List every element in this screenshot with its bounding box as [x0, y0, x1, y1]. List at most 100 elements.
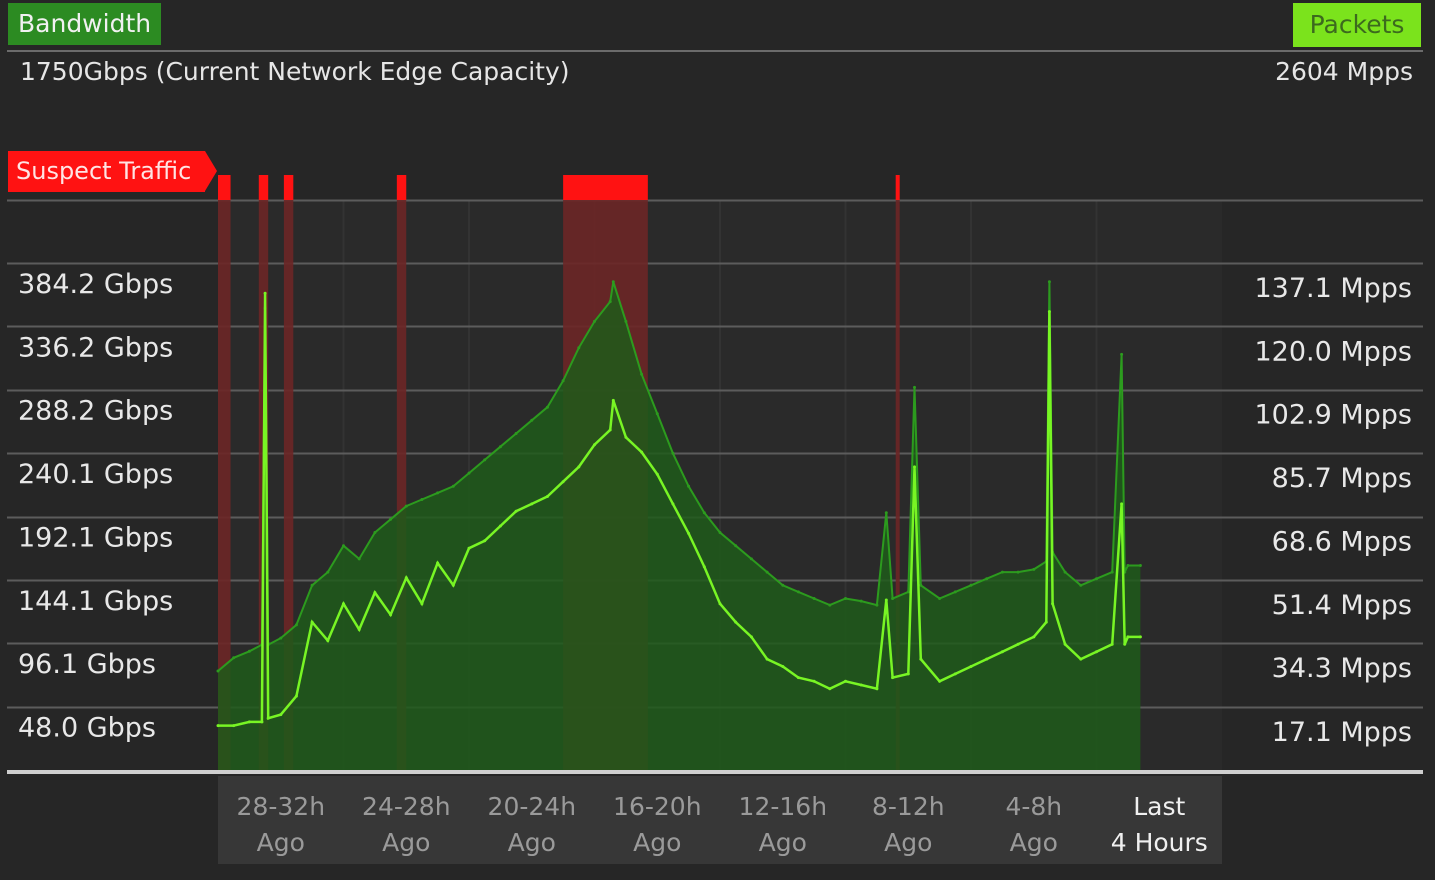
bandwidth-point — [357, 557, 361, 561]
packets-point — [1047, 310, 1051, 314]
right-axis-tick-label: 102.9 Mpps — [1254, 400, 1412, 431]
packets-point — [483, 539, 487, 543]
left-axis-tick-label: 144.1 Gbps — [18, 586, 173, 617]
bandwidth-point — [891, 597, 895, 600]
right-axis-ticks: 137.1 Mpps 120.0 Mpps 102.9 Mpps 85.7 Mpps 6… — [1254, 273, 1412, 748]
packets-point — [1123, 642, 1127, 646]
right-axis-tick-label: 68.6 Mpps — [1272, 526, 1412, 557]
left-axis-tick-label: 288.2 Gbps — [18, 396, 173, 427]
packets-point — [884, 598, 888, 602]
bandwidth-point — [906, 590, 910, 594]
packets-point — [1110, 642, 1114, 646]
packets-point — [1063, 642, 1067, 646]
packets-point — [1044, 620, 1048, 624]
packets-point — [514, 509, 518, 513]
right-axis-tick-label: 17.1 Mpps — [1272, 717, 1412, 748]
bandwidth-point — [593, 319, 596, 323]
bandwidth-point — [749, 557, 753, 561]
bandwidth-point — [1063, 570, 1067, 574]
x-axis-tick-label: Last — [1133, 792, 1185, 821]
packets-point — [263, 291, 267, 295]
bandwidth-point — [859, 599, 863, 603]
bandwidth-point — [781, 583, 785, 587]
packets-point — [655, 472, 659, 476]
x-axis-tick-label: 4-8h — [1005, 792, 1062, 821]
packets-point — [1120, 502, 1124, 506]
packets-point — [561, 480, 565, 484]
bandwidth-point — [545, 405, 549, 409]
packets-point — [279, 713, 283, 717]
packets-point — [1051, 602, 1055, 606]
packets-point — [1095, 650, 1098, 654]
bandwidth-point — [451, 484, 455, 488]
x-axis-tick-sublabel: Ago — [1010, 828, 1058, 857]
x-axis-tick-sublabel: Ago — [508, 828, 556, 857]
packets-point — [389, 613, 393, 617]
suspect-marker — [895, 175, 900, 200]
bandwidth-point — [702, 511, 706, 515]
bandwidth-point — [1079, 583, 1083, 587]
packets-point — [891, 676, 895, 680]
x-axis-tick-sublabel: Ago — [759, 828, 807, 857]
bandwidth-point — [875, 603, 879, 607]
bandwidth-point — [326, 570, 330, 574]
bandwidth-point — [953, 590, 957, 594]
bandwidth-point — [247, 649, 251, 653]
packets-point — [969, 665, 973, 668]
bandwidth-point — [828, 603, 832, 607]
bandwidth-point — [884, 511, 888, 515]
packets-point — [260, 720, 264, 724]
packets-point — [702, 565, 706, 569]
packets-point — [611, 398, 615, 402]
x-axis-tick-label: 24-28h — [362, 792, 451, 821]
bandwidth-point — [1000, 570, 1004, 574]
bandwidth-point — [1138, 564, 1142, 567]
bandwidth-point — [1032, 567, 1036, 571]
bandwidth-point — [655, 412, 659, 416]
packets-point — [913, 465, 916, 469]
bandwidth-point — [1095, 577, 1098, 581]
packets-point — [593, 443, 596, 447]
bandwidth-point — [577, 346, 581, 350]
packets-point — [844, 679, 847, 683]
packets-point — [734, 620, 738, 624]
packets-point — [812, 679, 816, 683]
packets-point — [266, 716, 270, 720]
packets-point — [373, 591, 377, 595]
packets-point — [608, 428, 612, 432]
left-axis-tick-label: 336.2 Gbps — [18, 332, 173, 363]
packets-point — [294, 694, 298, 698]
bandwidth-point — [232, 656, 236, 660]
bandwidth-point — [938, 597, 942, 600]
packets-point — [467, 546, 471, 550]
bandwidth-point — [1047, 280, 1051, 284]
packets-point — [671, 502, 675, 506]
right-axis-tick-label: 51.4 Mpps — [1272, 590, 1412, 621]
packets-point — [985, 657, 989, 661]
packets-point — [938, 679, 942, 683]
packets-point — [640, 450, 644, 454]
bandwidth-point — [1016, 570, 1020, 574]
traffic-chart: 384.2 Gbps 336.2 Gbps 288.2 Gbps 240.1 Gbps… — [7, 175, 1423, 864]
x-axis-tick-label: 16-20h — [613, 792, 702, 821]
packets-point — [216, 724, 220, 728]
packets-point — [859, 683, 863, 687]
x-axis-tick-label: 20-24h — [488, 792, 577, 821]
left-axis-ticks: 384.2 Gbps 336.2 Gbps 288.2 Gbps 240.1 Gbps… — [18, 269, 173, 744]
bandwidth-point — [1110, 570, 1114, 574]
bandwidth-point — [734, 544, 738, 548]
packets-point — [342, 602, 345, 606]
packets-point — [1138, 635, 1142, 639]
x-axis-tick-sublabel: Ago — [884, 828, 932, 857]
packets-point — [310, 620, 314, 624]
bandwidth-point — [765, 570, 769, 574]
bandwidth-point — [611, 280, 615, 284]
bandwidth-point — [373, 531, 377, 534]
bandwidth-point — [342, 544, 345, 548]
x-axis-tick-label: 28-32h — [237, 792, 326, 821]
x-axis-tick-sublabel: 4 Hours — [1111, 828, 1208, 857]
bandwidth-point — [530, 418, 534, 422]
packets-point — [718, 602, 722, 606]
packets-point — [919, 657, 923, 661]
bandwidth-point — [216, 669, 220, 673]
